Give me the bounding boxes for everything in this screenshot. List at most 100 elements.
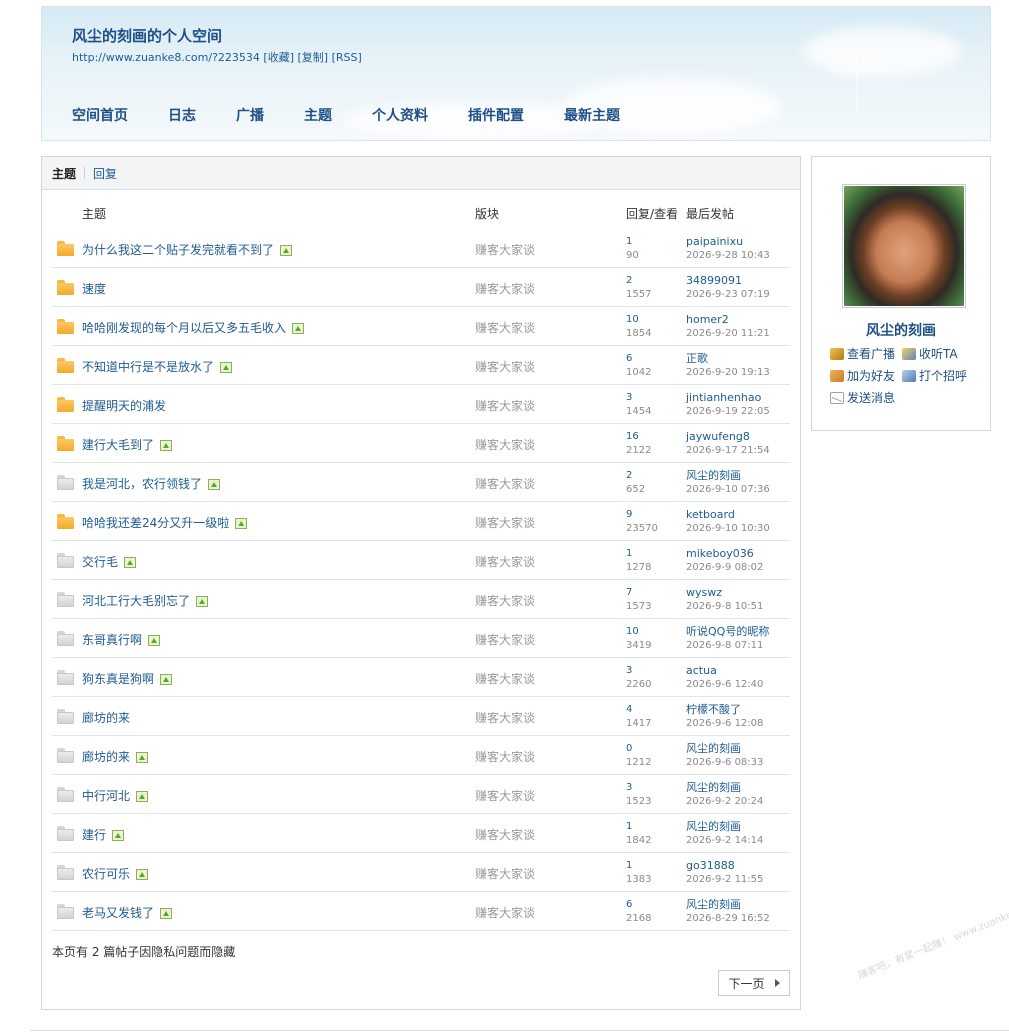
thread-subject-link[interactable]: 哈哈我还差24分又升一级啦	[82, 514, 248, 531]
forum-link[interactable]: 赚客大家谈	[475, 241, 535, 258]
thread-subject-link[interactable]: 东哥真行啊	[82, 631, 161, 648]
threads-panel: 主题 回复 主题 版块 回复/查看 最后发帖 为什么我这二个贴子发完就看不到了赚…	[41, 156, 801, 1010]
forum-link[interactable]: 赚客大家谈	[475, 397, 535, 414]
forum-link[interactable]: 赚客大家谈	[475, 319, 535, 336]
last-post-author[interactable]: 风尘的刻画	[686, 898, 770, 912]
nav-blog[interactable]: 日志	[168, 105, 196, 125]
last-post-author[interactable]: homer2	[686, 313, 770, 327]
forum-link[interactable]: 赚客大家谈	[475, 514, 535, 531]
last-post-author[interactable]: jaywufeng8	[686, 430, 770, 444]
last-post-author[interactable]: 34899091	[686, 274, 770, 288]
last-post-author[interactable]: ketboard	[686, 508, 770, 522]
forum-link[interactable]: 赚客大家谈	[475, 709, 535, 726]
avatar[interactable]	[842, 184, 966, 308]
tab-threads[interactable]: 主题	[52, 165, 76, 182]
tab-replies[interactable]: 回复	[93, 165, 117, 182]
forum-link[interactable]: 赚客大家谈	[475, 553, 535, 570]
last-post-author[interactable]: paipainixu	[686, 235, 770, 249]
col-last-post: 最后发帖	[686, 207, 735, 221]
megaphone-icon	[830, 348, 844, 360]
reply-count: 3	[626, 665, 633, 676]
thread-subject-link[interactable]: 河北工行大毛别忘了	[82, 592, 209, 609]
last-post-author[interactable]: 听说QQ号的昵称	[686, 625, 769, 639]
thread-subject-link[interactable]: 不知道中行是不是放水了	[82, 358, 233, 375]
thread-subject-link[interactable]: 速度	[82, 280, 106, 297]
thread-subject-link[interactable]: 老马又发钱了	[82, 904, 173, 921]
thread-subject: 哈哈我还差24分又升一级啦	[82, 516, 230, 530]
forum-link[interactable]: 赚客大家谈	[475, 826, 535, 843]
last-post-time: 2026-9-23 07:19	[686, 289, 770, 300]
reply-count: 7	[626, 587, 633, 598]
view-broadcast-link[interactable]: 查看广播	[830, 345, 895, 362]
last-post-author[interactable]: 正歌	[686, 352, 770, 366]
profile-card: 风尘的刻画 查看广播 收听TA 加为好友 打个招呼 发送消息	[811, 156, 991, 431]
thread-subject-link[interactable]: 中行河北	[82, 787, 149, 804]
last-post: jaywufeng8 2026-9-17 21:54	[686, 430, 770, 458]
nav-threads[interactable]: 主题	[304, 105, 332, 125]
image-attachment-icon	[208, 479, 221, 490]
forum-link[interactable]: 赚客大家谈	[475, 592, 535, 609]
forum-link[interactable]: 赚客大家谈	[475, 280, 535, 297]
last-post-author[interactable]: 风尘的刻画	[686, 781, 763, 795]
thread-subject-link[interactable]: 廊坊的来	[82, 709, 130, 726]
last-post: wyswz 2026-9-8 10:51	[686, 586, 763, 614]
forum-link[interactable]: 赚客大家谈	[475, 631, 535, 648]
thread-subject-link[interactable]: 建行大毛到了	[82, 436, 173, 453]
table-row: 建行大毛到了 赚客大家谈 16 2122 jaywufeng8 2026-9-17 21:…	[52, 424, 790, 463]
add-friend-link[interactable]: 加为好友	[830, 367, 895, 384]
forum-link[interactable]: 赚客大家谈	[475, 475, 535, 492]
last-post-author[interactable]: 风尘的刻画	[686, 820, 763, 834]
reply-view-counts: 10 1854	[626, 313, 651, 341]
forum-link[interactable]: 赚客大家谈	[475, 358, 535, 375]
last-post-author[interactable]: mikeboy036	[686, 547, 763, 561]
nav-profile[interactable]: 个人资料	[372, 105, 428, 125]
forum-link[interactable]: 赚客大家谈	[475, 748, 535, 765]
last-post-author[interactable]: actua	[686, 664, 763, 678]
thread-subject-link[interactable]: 哈哈刚发现的每个月以后又多五毛收入	[82, 319, 305, 336]
image-attachment-icon	[160, 674, 173, 685]
next-page-button[interactable]: 下一页	[718, 970, 790, 996]
nav-plugins[interactable]: 插件配置	[468, 105, 524, 125]
forum-link[interactable]: 赚客大家谈	[475, 865, 535, 882]
nav-home[interactable]: 空间首页	[72, 105, 128, 125]
reply-count: 4	[626, 704, 633, 715]
last-post-author[interactable]: 风尘的刻画	[686, 742, 763, 756]
thread-subject-link[interactable]: 建行	[82, 826, 125, 843]
folder-icon	[57, 709, 74, 724]
last-post-author[interactable]: go31888	[686, 859, 763, 873]
rss-link[interactable]: [RSS]	[332, 51, 362, 64]
nav-latest-threads[interactable]: 最新主题	[564, 105, 620, 125]
nav-broadcast[interactable]: 广播	[236, 105, 264, 125]
send-message-link[interactable]: 发送消息	[830, 389, 895, 406]
thread-subject-link[interactable]: 交行毛	[82, 553, 137, 570]
thread-subject-link[interactable]: 农行可乐	[82, 865, 149, 882]
space-url-link[interactable]: http://www.zuanke8.com/?223534	[72, 51, 260, 64]
view-count: 2122	[626, 445, 652, 456]
thread-subject: 狗东真是狗啊	[82, 672, 155, 686]
view-count: 652	[626, 484, 646, 495]
thread-subject-link[interactable]: 狗东真是狗啊	[82, 670, 173, 687]
thread-subject-link[interactable]: 我是河北，农行领钱了	[82, 475, 221, 492]
last-post-author[interactable]: wyswz	[686, 586, 763, 600]
thread-subject-link[interactable]: 廊坊的来	[82, 748, 149, 765]
thread-subject-link[interactable]: 提醒明天的浦发	[82, 397, 166, 414]
last-post-author[interactable]: jintianhenhao	[686, 391, 770, 405]
copy-link[interactable]: [复制]	[298, 51, 329, 64]
reply-count: 1	[626, 236, 633, 247]
forum-link[interactable]: 赚客大家谈	[475, 904, 535, 921]
view-count: 90	[626, 250, 639, 261]
greet-link[interactable]: 打个招呼	[902, 367, 967, 384]
folder-icon	[57, 280, 74, 295]
forum-link[interactable]: 赚客大家谈	[475, 670, 535, 687]
last-post-author[interactable]: 风尘的刻画	[686, 469, 770, 483]
table-row: 交行毛 赚客大家谈 1 1278 mikeboy036 2026-9-9 08:02	[52, 541, 790, 580]
bookmark-link[interactable]: [收藏]	[263, 51, 294, 64]
forum-link[interactable]: 赚客大家谈	[475, 787, 535, 804]
forum-link[interactable]: 赚客大家谈	[475, 436, 535, 453]
profile-username[interactable]: 风尘的刻画	[812, 320, 990, 340]
folder-icon	[57, 475, 74, 490]
follow-link[interactable]: 收听TA	[902, 345, 958, 362]
reply-view-counts: 3 2260	[626, 664, 651, 692]
last-post-author[interactable]: 柠檬不酸了	[686, 703, 763, 717]
thread-subject-link[interactable]: 为什么我这二个贴子发完就看不到了	[82, 241, 293, 258]
